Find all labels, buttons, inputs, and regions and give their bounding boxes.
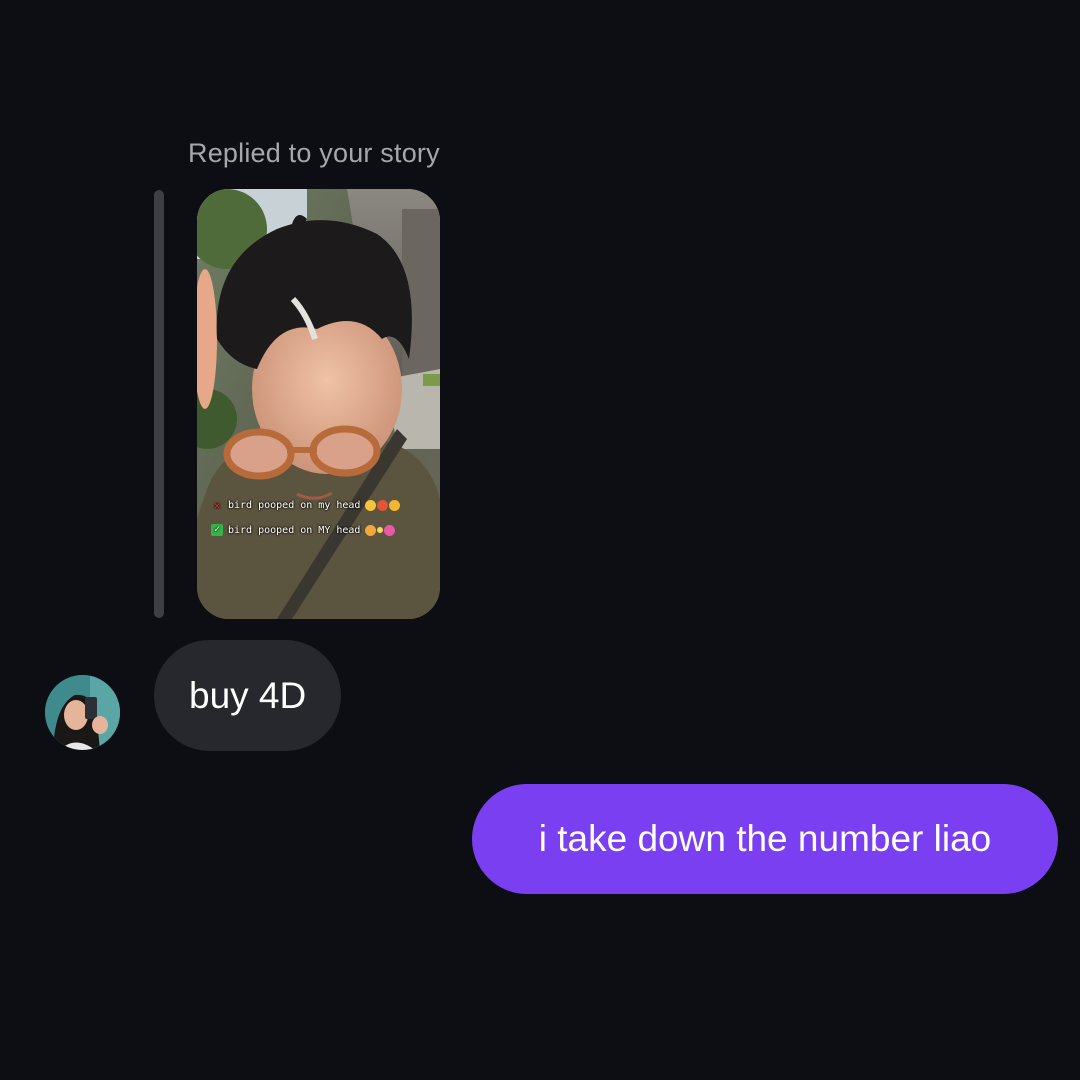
story-photo (197, 189, 440, 619)
check-mark-icon: ✓ (211, 524, 223, 536)
story-caption-wrong: ✕ bird pooped on my head (211, 498, 401, 512)
angry-emoji-icon (377, 499, 389, 511)
laughing-emoji-icon (365, 499, 377, 511)
avatar-photo (45, 675, 120, 750)
heart-eyes-emoji-icon (365, 524, 377, 536)
sparkle-icon (377, 526, 384, 533)
sender-avatar[interactable] (45, 675, 120, 750)
grimace-emoji-icon (389, 499, 401, 511)
emoji-group-1 (365, 499, 401, 511)
story-caption-wrong-text: bird pooped on my head (228, 499, 361, 511)
emoji-group-2 (365, 524, 396, 536)
story-reply-label: Replied to your story (188, 138, 440, 168)
cross-mark-icon: ✕ (213, 498, 221, 512)
story-preview-thumbnail[interactable]: ✕ bird pooped on my head ✓ bird pooped o… (197, 189, 440, 619)
outgoing-message-bubble[interactable]: i take down the number liao (472, 784, 1058, 894)
reply-quote-bar (154, 190, 164, 618)
heart-icon (384, 524, 396, 536)
story-caption-right: ✓ bird pooped on MY head (211, 524, 396, 536)
incoming-message-bubble[interactable]: buy 4D (154, 640, 342, 751)
story-caption-right-text: bird pooped on MY head (228, 524, 361, 536)
dm-thread: Replied to your story ✕ bird pooped on m… (0, 0, 1080, 1080)
